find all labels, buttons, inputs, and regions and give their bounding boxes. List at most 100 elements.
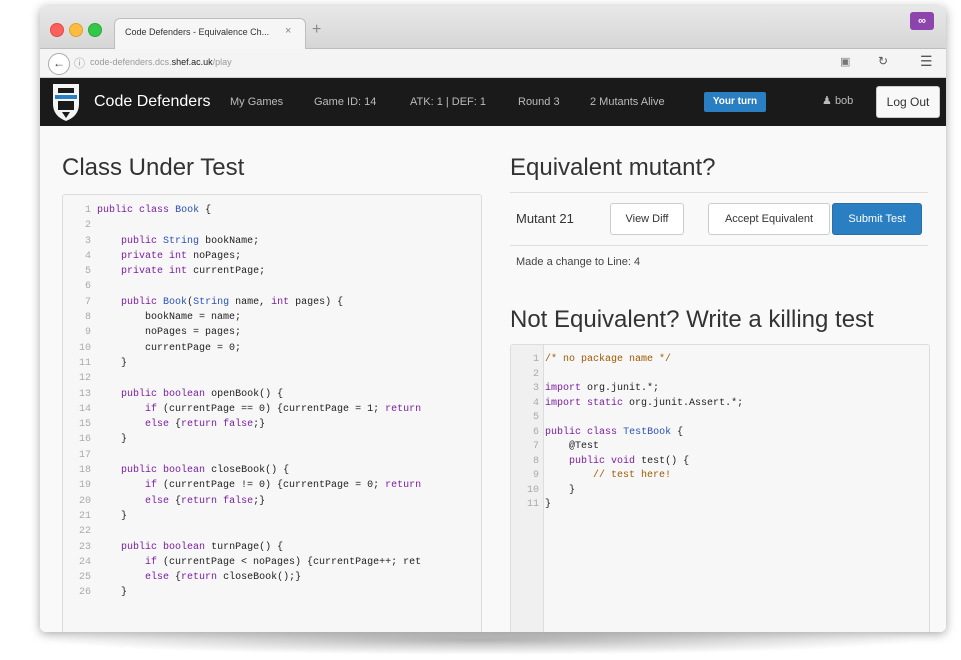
class-code-line-number: 19 (78, 480, 91, 492)
class-code-line-number: 4 (84, 250, 91, 262)
minimize-window-button[interactable] (69, 23, 83, 37)
user-menu[interactable]: ♟ bob (822, 94, 853, 107)
class-code-line: 16 } (67, 432, 421, 447)
test-code-line: 6 public class TestBook { (515, 426, 743, 441)
submit-test-button[interactable]: Submit Test (832, 203, 922, 235)
test-code: 1 /* no package name */ 2 3 import org.junit… (515, 353, 743, 513)
class-code-line-text: } (97, 434, 128, 446)
mutant-label: Mutant 21 (516, 211, 574, 226)
class-code-line: 10 currentPage = 0; (67, 341, 421, 356)
test-code-line: 10 } (515, 484, 743, 499)
class-code-line-text: public Book(String name, int pages) { (121, 296, 344, 308)
class-code-line-text: private int currentPage; (121, 266, 266, 278)
class-code-line: 5 private int currentPage; (67, 264, 421, 279)
url-field[interactable]: code-defenders.dcs.shef.ac.uk/play (90, 57, 232, 67)
class-code-line-text: if (currentPage != 0) {currentPage = 0; … (145, 480, 422, 492)
class-code-line-text: public class Book { (97, 205, 212, 216)
class-code-line: 15 else {return false;} (67, 417, 421, 432)
test-code-line-text: public void test() { (569, 455, 690, 467)
class-code-line-text: if (currentPage < noPages) {currentPage+… (145, 556, 422, 568)
class-code-line-number: 15 (78, 419, 91, 431)
page-content: Class Under Test Equivalent mutant? 1 pub… (40, 126, 946, 632)
maximize-window-button[interactable] (88, 23, 102, 37)
new-tab-icon[interactable]: + (312, 21, 321, 39)
class-code-line-number: 25 (78, 572, 91, 584)
class-code-line: 23 public boolean turnPage() { (67, 540, 421, 555)
class-code-line: 4 private int noPages; (67, 249, 421, 264)
class-code-line-text: else {return closeBook();} (145, 572, 302, 584)
test-code-line-number: 8 (532, 455, 539, 467)
url-prefix: code-defenders.dcs. (90, 57, 172, 67)
extension-icon[interactable]: ∞ (910, 12, 934, 30)
test-code-line-text: } (545, 499, 552, 510)
test-code-line-number: 1 (532, 354, 539, 365)
brand-link[interactable]: Code Defenders (94, 93, 211, 111)
class-code-line: 9 noPages = pages; (67, 325, 421, 340)
test-code-line: 2 (515, 368, 743, 383)
class-code-line-text: else {return false;} (145, 419, 266, 431)
reader-view-icon[interactable]: ▣ (840, 55, 850, 68)
user-icon: ♟ (822, 95, 832, 107)
class-code-line: 6 (67, 279, 421, 294)
browser-tab-bar: Code Defenders - Equivalence Ch... × + ∞ (40, 6, 946, 49)
class-code-line-text: public String bookName; (121, 235, 260, 247)
address-bar: ← ⓘ code-defenders.dcs.shef.ac.uk/play ▣… (40, 49, 946, 78)
browser-tab[interactable]: Code Defenders - Equivalence Ch... × (114, 18, 306, 49)
class-code-line-text: } (97, 510, 128, 522)
class-code-line: 11 } (67, 356, 421, 371)
class-code-line-number: 1 (84, 205, 91, 216)
class-code-line-number: 14 (78, 403, 91, 415)
test-code-line-text: import org.junit.*; (545, 383, 660, 394)
code-defenders-logo-icon[interactable] (50, 82, 82, 122)
game-id-label: Game ID: 14 (314, 96, 377, 108)
class-code-line-text: private int noPages; (121, 250, 242, 262)
class-code-line-text: public boolean openBook() { (121, 388, 284, 400)
my-games-link[interactable]: My Games (230, 96, 283, 108)
browser-window: Code Defenders - Equivalence Ch... × + ∞… (40, 6, 946, 632)
logout-button[interactable]: Log Out (876, 86, 940, 118)
class-code-line: 8 bookName = name; (67, 310, 421, 325)
class-code-line: 12 (67, 371, 421, 386)
class-code-line-number: 24 (78, 556, 91, 568)
hamburger-menu-icon[interactable]: ☰ (920, 53, 933, 70)
tab-title: Code Defenders - Equivalence Ch... (125, 27, 270, 37)
test-code-editor[interactable]: 1 /* no package name */ 2 3 import org.junit… (510, 344, 930, 632)
reload-icon[interactable]: ↻ (878, 54, 888, 68)
class-code: 1 public class Book {2 3 public String boo… (67, 203, 421, 601)
test-code-line: 4 import static org.junit.Assert.*; (515, 397, 743, 412)
test-code-line: 3 import org.junit.*; (515, 382, 743, 397)
your-turn-badge: Your turn (704, 92, 766, 112)
class-code-line-number: 7 (84, 296, 91, 308)
site-info-icon[interactable]: ⓘ (74, 55, 85, 71)
test-code-line-number: 11 (526, 499, 539, 510)
class-code-line-number: 5 (84, 266, 91, 278)
close-window-button[interactable] (50, 23, 64, 37)
test-code-line-number: 3 (532, 383, 539, 394)
class-code-editor[interactable]: 1 public class Book {2 3 public String boo… (62, 194, 482, 632)
class-code-line-number: 26 (78, 587, 91, 599)
username-label: bob (834, 95, 854, 107)
site-navbar: Code Defenders My Games Game ID: 14 ATK:… (40, 78, 946, 126)
test-code-line: 1 /* no package name */ (515, 353, 743, 368)
url-host: shef.ac.uk (171, 57, 213, 67)
equivalent-mutant-heading: Equivalent mutant? (510, 154, 716, 181)
class-code-line-number: 21 (78, 510, 91, 522)
class-code-line: 1 public class Book { (67, 203, 421, 218)
tab-close-icon[interactable]: × (285, 25, 291, 37)
class-code-line: 7 public Book(String name, int pages) { (67, 295, 421, 310)
class-code-line-number: 22 (78, 526, 91, 538)
change-description: Made a change to Line: 4 (516, 256, 641, 268)
class-code-line: 24 if (currentPage < noPages) {currentPa… (67, 555, 421, 570)
back-arrow-icon[interactable]: ← (48, 53, 70, 75)
test-code-line-number: 10 (526, 484, 539, 496)
class-code-line: 14 if (currentPage == 0) {currentPage = … (67, 402, 421, 417)
class-code-line-text: bookName = name; (97, 312, 242, 324)
score-label: ATK: 1 | DEF: 1 (410, 96, 487, 108)
view-diff-button[interactable]: View Diff (610, 203, 684, 235)
test-code-line-text: public class TestBook { (545, 426, 684, 438)
test-code-line: 7 @Test (515, 440, 743, 455)
class-code-line-number: 6 (84, 281, 91, 293)
accept-equivalent-button[interactable]: Accept Equivalent (708, 203, 830, 235)
class-code-line: 18 public boolean closeBook() { (67, 463, 421, 478)
test-code-line-text: import static org.junit.Assert.*; (545, 397, 744, 409)
